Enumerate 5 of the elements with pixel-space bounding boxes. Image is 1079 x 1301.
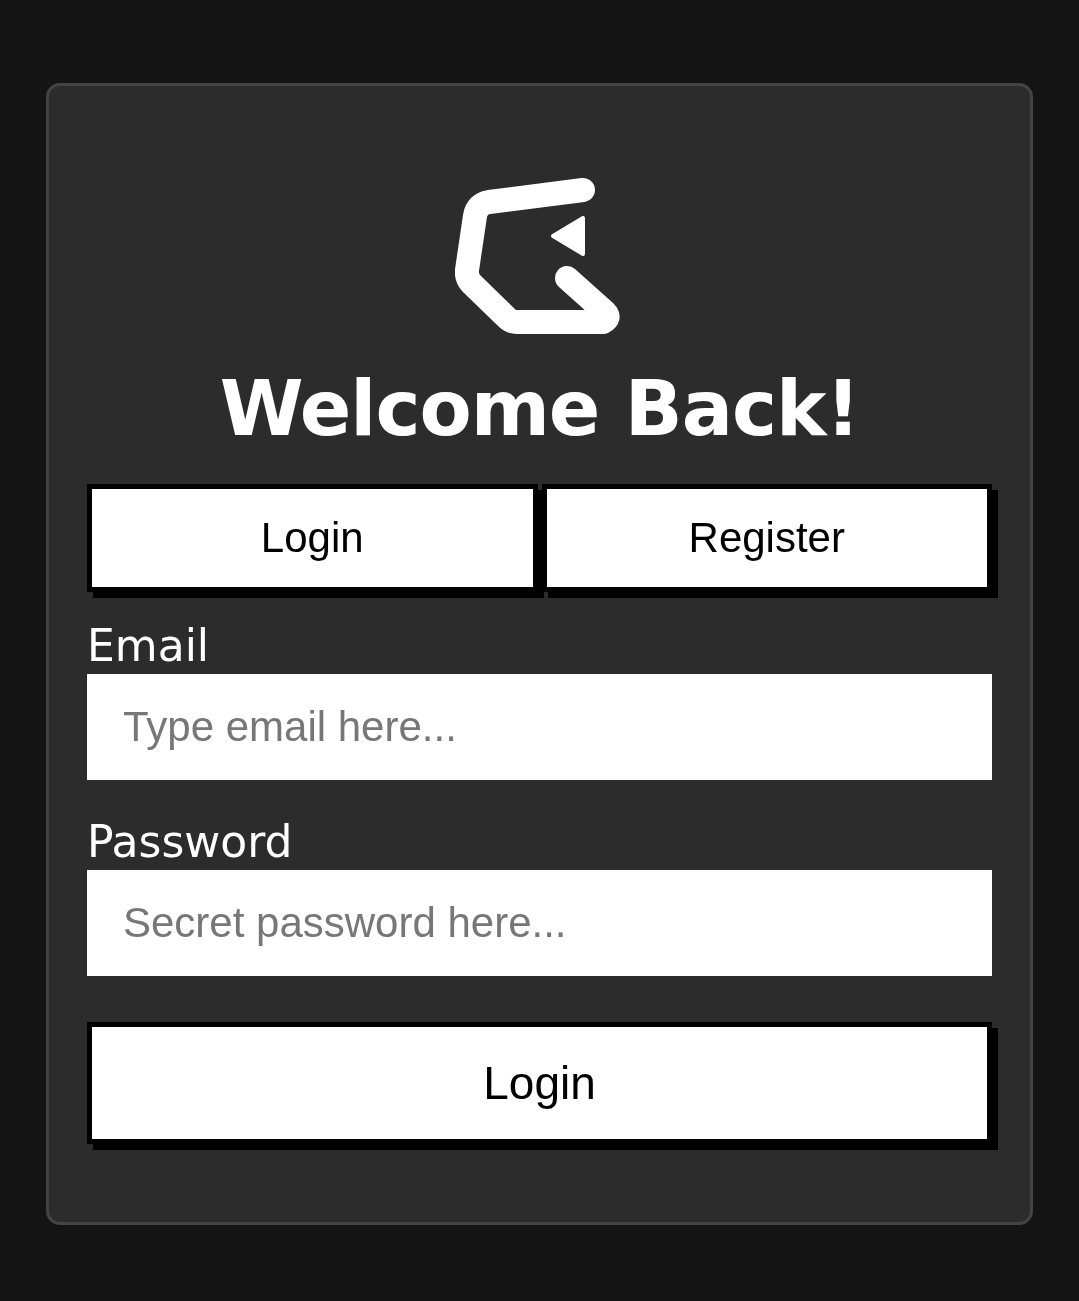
field-label: Email [87, 619, 211, 673]
input-field[interactable]: Type email here... [87, 674, 992, 780]
welcome-title: Welcome Back! [218, 363, 861, 455]
input-field[interactable]: Secret password here... [87, 870, 992, 976]
field-label: Password [87, 815, 294, 869]
